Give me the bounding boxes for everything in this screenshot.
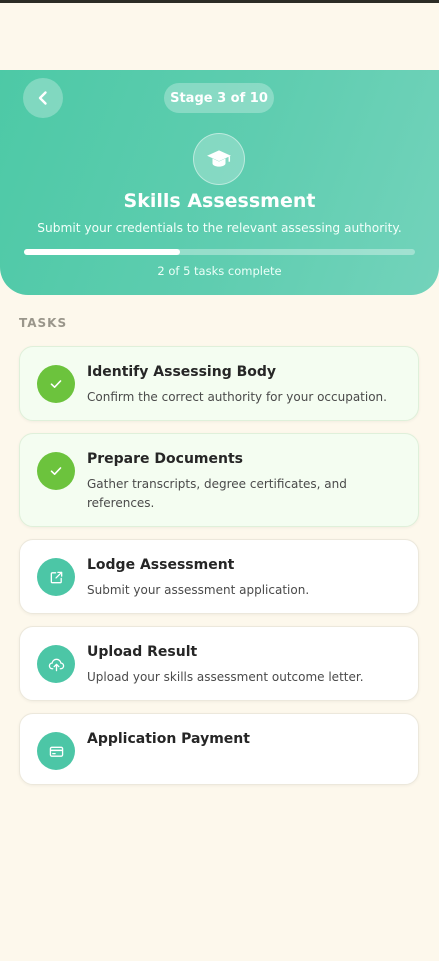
task-card-upload-result[interactable]: Upload Result Upload your skills assessm…: [19, 626, 419, 701]
graduation-cap-icon: [207, 150, 231, 167]
task-card-lodge-assessment[interactable]: Lodge Assessment Submit your assessment …: [19, 539, 419, 614]
progress-text: 2 of 5 tasks complete: [157, 264, 282, 278]
stage-badge: Stage 3 of 10: [164, 83, 274, 113]
chevron-left-icon: [38, 91, 47, 105]
check-icon: [50, 467, 62, 475]
tasks-section-label: TASKS: [19, 316, 68, 330]
page-title: Skills Assessment: [123, 190, 316, 212]
task-description: Gather transcripts, degree certificates,…: [87, 477, 347, 510]
back-button[interactable]: [23, 78, 63, 118]
external-link-icon: [50, 571, 62, 583]
credit-card-icon: [49, 746, 63, 757]
task-description: Submit your assessment application.: [87, 583, 310, 597]
task-title: Upload Result: [87, 644, 198, 660]
progress-bar: [24, 249, 415, 255]
task-title: Lodge Assessment: [87, 557, 235, 573]
task-title: Prepare Documents: [87, 451, 243, 467]
stage-header: Stage 3 of 10 Skills Assessment Submit y…: [0, 70, 439, 295]
top-status-line: [0, 0, 439, 3]
task-card-application-payment[interactable]: Application Payment: [19, 713, 419, 785]
task-card-prepare-documents[interactable]: Prepare Documents Gather transcripts, de…: [19, 433, 419, 527]
stage-icon-circle: [193, 133, 245, 185]
task-status-circle: [37, 645, 75, 683]
task-status-circle: [37, 452, 75, 490]
task-card-identify-assessing-body[interactable]: Identify Assessing Body Confirm the corr…: [19, 346, 419, 421]
page-subtitle: Submit your credentials to the relevant …: [37, 221, 402, 235]
task-description: Confirm the correct authority for your o…: [87, 390, 387, 404]
progress-bar-fill: [24, 249, 181, 255]
task-description: Upload your skills assessment outcome le…: [87, 670, 364, 684]
task-status-circle: [37, 732, 75, 770]
cloud-upload-icon: [48, 658, 64, 671]
check-icon: [50, 380, 62, 388]
task-status-circle: [37, 365, 75, 403]
task-status-circle: [37, 558, 75, 596]
task-title: Identify Assessing Body: [87, 364, 277, 380]
task-title: Application Payment: [87, 731, 250, 747]
